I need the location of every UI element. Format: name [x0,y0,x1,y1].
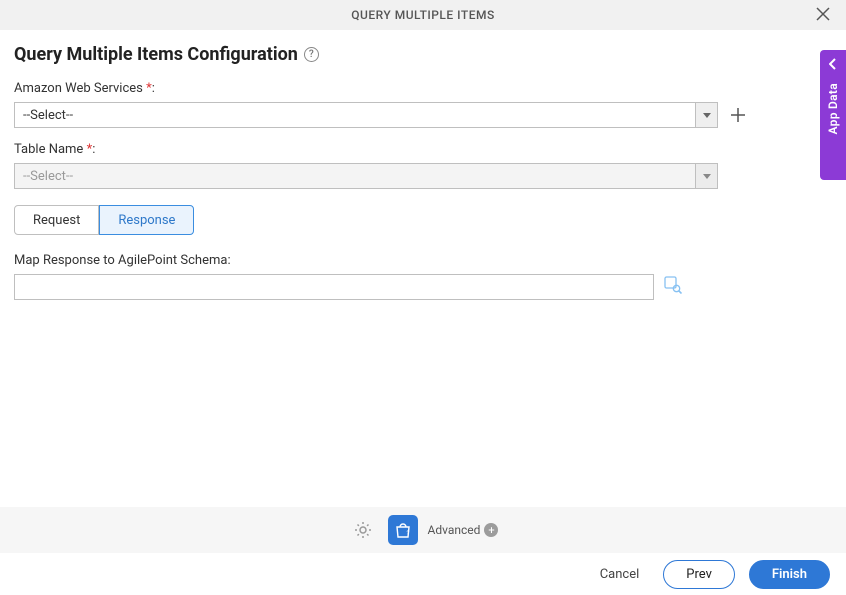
chevron-down-icon [703,174,711,179]
toolbar: ? Advanced + [0,507,846,553]
gear-icon [353,520,373,540]
app-data-label: App Data [826,83,840,134]
chevron-left-icon [829,58,837,73]
settings-button[interactable] [348,515,378,545]
field-table-label-text: Table Name [14,142,83,157]
svg-text:?: ? [406,530,409,537]
page-title-text: Query Multiple Items Configuration [14,44,298,65]
advanced-label-text: Advanced [428,523,481,537]
dialog-content: Query Multiple Items Configuration ? Ama… [0,30,846,507]
page-title: Query Multiple Items Configuration ? [14,44,319,65]
aws-select-value: --Select-- [15,103,695,127]
field-aws-row: --Select-- [14,102,832,128]
field-map-response-label: Map Response to AgilePoint Schema: [14,253,832,268]
close-icon [816,7,830,21]
field-map-response-row [14,274,832,300]
table-select-value: --Select-- [15,164,695,188]
shopping-bag-icon: ? [394,521,412,539]
dialog-title: QUERY MULTIPLE ITEMS [351,8,495,22]
dialog-footer: Cancel Prev Finish [0,553,846,595]
advanced-toggle[interactable]: Advanced + [428,523,499,537]
shopping-bag-button[interactable]: ? [388,515,418,545]
table-select[interactable]: --Select-- [14,163,718,189]
field-table-row: --Select-- [14,163,832,189]
tabs: Request Response [14,205,832,235]
plus-icon [730,107,746,123]
aws-select[interactable]: --Select-- [14,102,718,128]
add-aws-button[interactable] [728,105,748,125]
dialog-header: QUERY MULTIPLE ITEMS [0,0,846,30]
colon: : [152,81,155,96]
schema-lookup-button[interactable] [664,276,682,298]
aws-select-caret[interactable] [695,103,717,127]
field-table-label: Table Name *: [14,142,832,157]
field-aws: Amazon Web Services *: --Select-- [14,81,832,128]
cancel-button[interactable]: Cancel [590,561,650,588]
tab-response[interactable]: Response [99,205,194,235]
tab-request[interactable]: Request [14,205,99,235]
finish-button[interactable]: Finish [749,560,830,589]
help-icon[interactable]: ? [304,47,319,62]
close-button[interactable] [810,5,836,27]
field-aws-label-text: Amazon Web Services [14,81,143,96]
colon: : [92,142,95,157]
field-table: Table Name *: --Select-- [14,142,832,189]
field-map-response: Map Response to AgilePoint Schema: [14,253,832,300]
plus-circle-icon: + [484,523,498,537]
table-select-caret[interactable] [695,164,717,188]
prev-button[interactable]: Prev [663,560,735,589]
field-aws-label: Amazon Web Services *: [14,81,832,96]
map-response-input[interactable] [14,274,654,300]
chevron-down-icon [703,113,711,118]
schema-lookup-icon [664,276,682,294]
app-data-panel-toggle[interactable]: App Data [820,50,846,180]
